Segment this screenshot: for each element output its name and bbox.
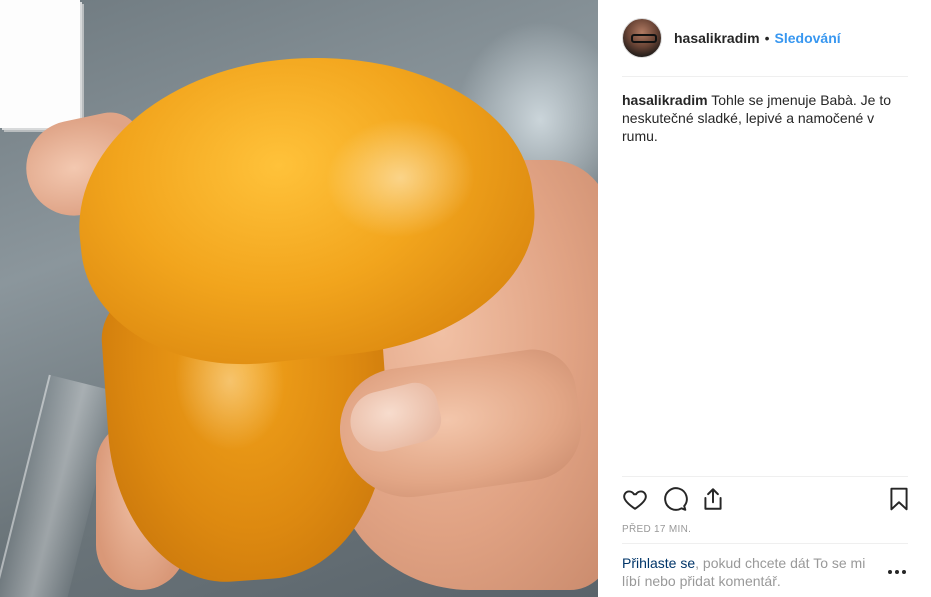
share-icon[interactable] (700, 486, 726, 512)
bookmark-icon[interactable] (886, 486, 912, 512)
actions-divider (622, 476, 908, 477)
more-options-icon[interactable] (888, 562, 908, 582)
white-card (0, 0, 80, 128)
more-dot (895, 570, 899, 574)
caption-username[interactable]: hasalikradim (622, 92, 708, 108)
author-username[interactable]: hasalikradim (674, 30, 760, 46)
post-timestamp[interactable]: PŘED 17 MIN. (622, 524, 691, 535)
action-bar (622, 486, 912, 516)
login-prompt: Přihlaste se, pokud chcete dát To se mi … (622, 554, 887, 590)
footer-divider (622, 543, 908, 544)
login-link[interactable]: Přihlaste se (622, 555, 695, 571)
post-photo[interactable] (0, 0, 598, 597)
more-dot (888, 570, 892, 574)
post-caption: hasalikradim Tohle se jmenuje Babà. Je t… (622, 91, 912, 145)
avatar-glasses (631, 34, 657, 43)
post-sidebar: hasalikradim • Sledování hasalikradim To… (598, 0, 931, 597)
follow-button[interactable]: Sledování (775, 30, 841, 46)
comment-icon[interactable] (662, 486, 688, 512)
avatar[interactable] (622, 18, 662, 58)
heart-icon[interactable] (622, 486, 648, 512)
separator-dot: • (764, 30, 770, 46)
post-header: hasalikradim • Sledování (622, 16, 841, 60)
more-dot (902, 570, 906, 574)
header-divider (622, 76, 908, 77)
